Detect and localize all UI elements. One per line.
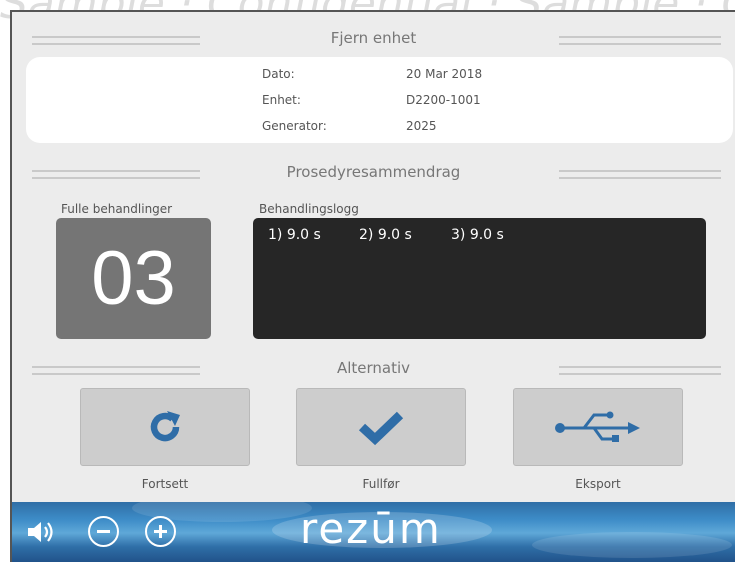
info-label: Generator: <box>262 119 327 133</box>
export-label: Eksport <box>575 477 621 491</box>
info-value: 2025 <box>406 119 437 133</box>
summary-section-header: Prosedyresammendrag <box>12 158 735 188</box>
speaker-icon[interactable] <box>26 518 56 546</box>
export-button[interactable] <box>513 388 683 466</box>
info-value: 20 Mar 2018 <box>406 67 483 81</box>
info-label: Dato: <box>262 67 295 81</box>
usb-icon <box>514 389 682 465</box>
volume-down-button[interactable] <box>88 516 119 547</box>
continue-button[interactable] <box>80 388 250 466</box>
header-divider-right <box>559 36 721 45</box>
summary-divider-right <box>559 170 721 179</box>
log-entry: 1) 9.0 s <box>268 227 321 243</box>
continue-label: Fortsett <box>141 477 189 491</box>
refresh-icon <box>81 389 249 465</box>
finish-label: Fullfør <box>362 477 400 491</box>
header-section: Fjern enhet <box>12 24 735 54</box>
screen-frame: Fjern enhet Dato: 20 Mar 2018 Enhet: D22… <box>10 10 735 562</box>
bottom-bar: rezūm <box>12 502 735 562</box>
log-entry: 2) 9.0 s <box>359 227 412 243</box>
plus-icon <box>154 525 167 538</box>
volume-up-button[interactable] <box>145 516 176 547</box>
checkmark-icon <box>297 389 465 465</box>
log-entry: 3) 9.0 s <box>451 227 504 243</box>
info-value: D2200-1001 <box>406 93 481 107</box>
brand-logo: rezūm <box>300 504 442 553</box>
device-info-card: Dato: 20 Mar 2018 Enhet: D2200-1001 Gene… <box>26 57 733 143</box>
info-label: Enhet: <box>262 93 301 107</box>
water-ripple <box>532 532 732 558</box>
finish-button[interactable] <box>296 388 466 466</box>
treatment-log-box: 1) 9.0 s 2) 9.0 s 3) 9.0 s <box>253 218 706 339</box>
treatment-log-label: Behandlingslogg <box>259 202 359 216</box>
treatment-count-display: 03 <box>56 218 211 339</box>
minus-icon <box>97 530 110 533</box>
options-section-header: Alternativ <box>12 354 735 384</box>
options-divider-right <box>559 366 721 375</box>
full-treatments-label: Fulle behandlinger <box>61 202 173 216</box>
